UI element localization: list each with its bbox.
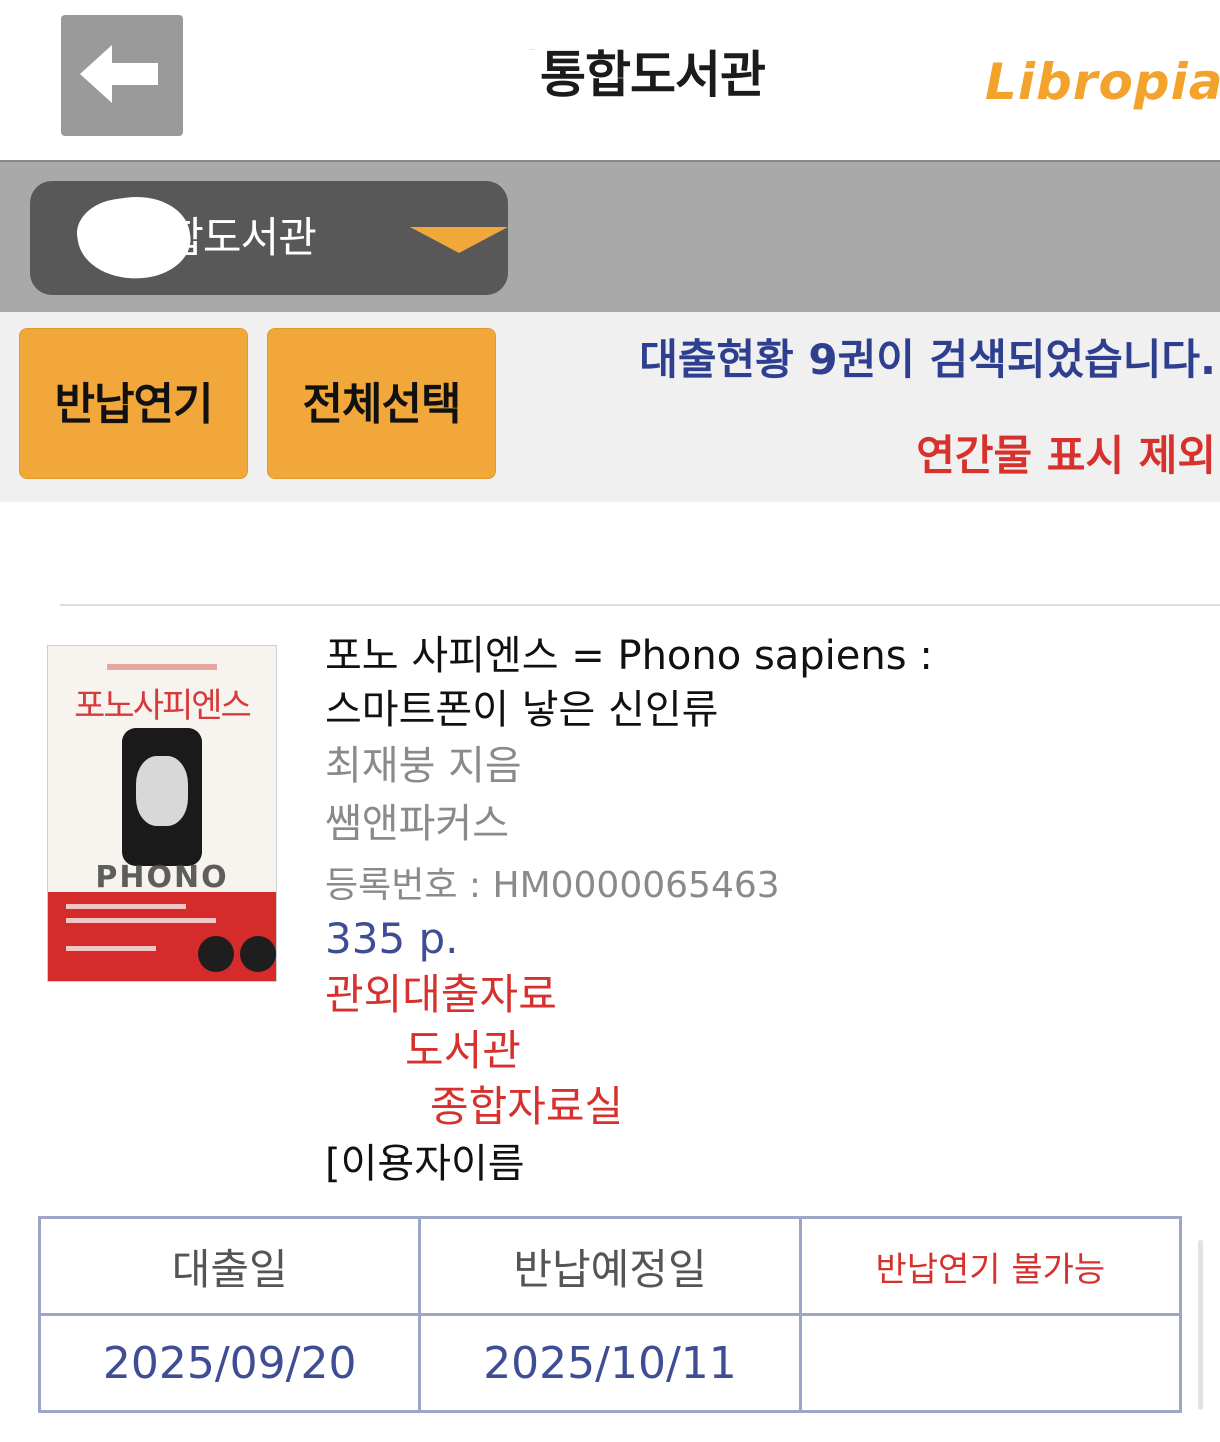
table-row: 2025/09/20 2025/10/11 (37, 1313, 1183, 1413)
book-title-line2[interactable]: 스마트폰이 낳은 신인류 (325, 684, 718, 736)
due-date-header: 반납예정일 (418, 1216, 802, 1316)
extension-unavailable-note: 반납연기 불가능 (798, 1216, 1183, 1316)
divider (60, 604, 1220, 606)
serial-excluded-note: 연간물 표시 제외 (916, 431, 1216, 480)
chevron-down-icon (410, 227, 508, 253)
registration-number: 등록번호 : HM0000065463 (325, 865, 780, 906)
action-bar: 반납연기 전체선택 대출현황 9권이 검색되었습니다. 연간물 표시 제외 (0, 312, 1220, 502)
due-date-value: 2025/10/11 (418, 1313, 802, 1413)
book-cover-image[interactable]: 포노사피엔스 PHONO SAPIENS (47, 645, 277, 982)
cover-red-band (48, 892, 276, 981)
loan-date-value: 2025/09/20 (37, 1313, 422, 1413)
top-header: 시통합도서관 Libropia (0, 0, 1220, 160)
libropia-logo: Libropia (985, 53, 1220, 111)
empty-cell (798, 1313, 1183, 1413)
scrollbar[interactable] (1198, 1240, 1203, 1410)
cover-phone-illustration (122, 728, 202, 866)
book-author: 최재붕 지음 (325, 743, 522, 789)
book-publisher: 쌤앤파커스 (325, 801, 509, 847)
loan-dates-table: 대출일 반납예정일 반납연기 불가능 2025/09/20 2025/10/11 (37, 1216, 1183, 1413)
back-button[interactable] (61, 15, 183, 136)
back-arrow-icon (80, 45, 158, 103)
book-title-line1[interactable]: 포노 사피엔스 = Phono sapiens : (325, 630, 933, 682)
page-count: 335 p. (325, 914, 459, 963)
library-selector-bar: 시통합도서관 (0, 160, 1220, 312)
extend-return-button[interactable]: 반납연기 (19, 328, 248, 479)
holding-library: 도서관 (405, 1026, 521, 1075)
select-all-button[interactable]: 전체선택 (267, 328, 496, 479)
borrower-name: [이용자이름 (325, 1141, 525, 1187)
table-row: 대출일 반납예정일 반납연기 불가능 (37, 1216, 1183, 1316)
redaction-mask (420, 50, 538, 102)
app-root: 시통합도서관 Libropia 시통합도서관 반납연기 전체선택 대출현황 9권… (0, 0, 1220, 1442)
loan-date-header: 대출일 (37, 1216, 422, 1316)
library-select-dropdown[interactable]: 시통합도서관 (30, 181, 508, 295)
holding-room: 종합자료실 (430, 1082, 624, 1131)
cover-title: 포노사피엔스 (74, 686, 252, 726)
loan-type: 관외대출자료 (325, 970, 557, 1019)
loan-count-status: 대출현황 9권이 검색되었습니다. (639, 335, 1216, 384)
